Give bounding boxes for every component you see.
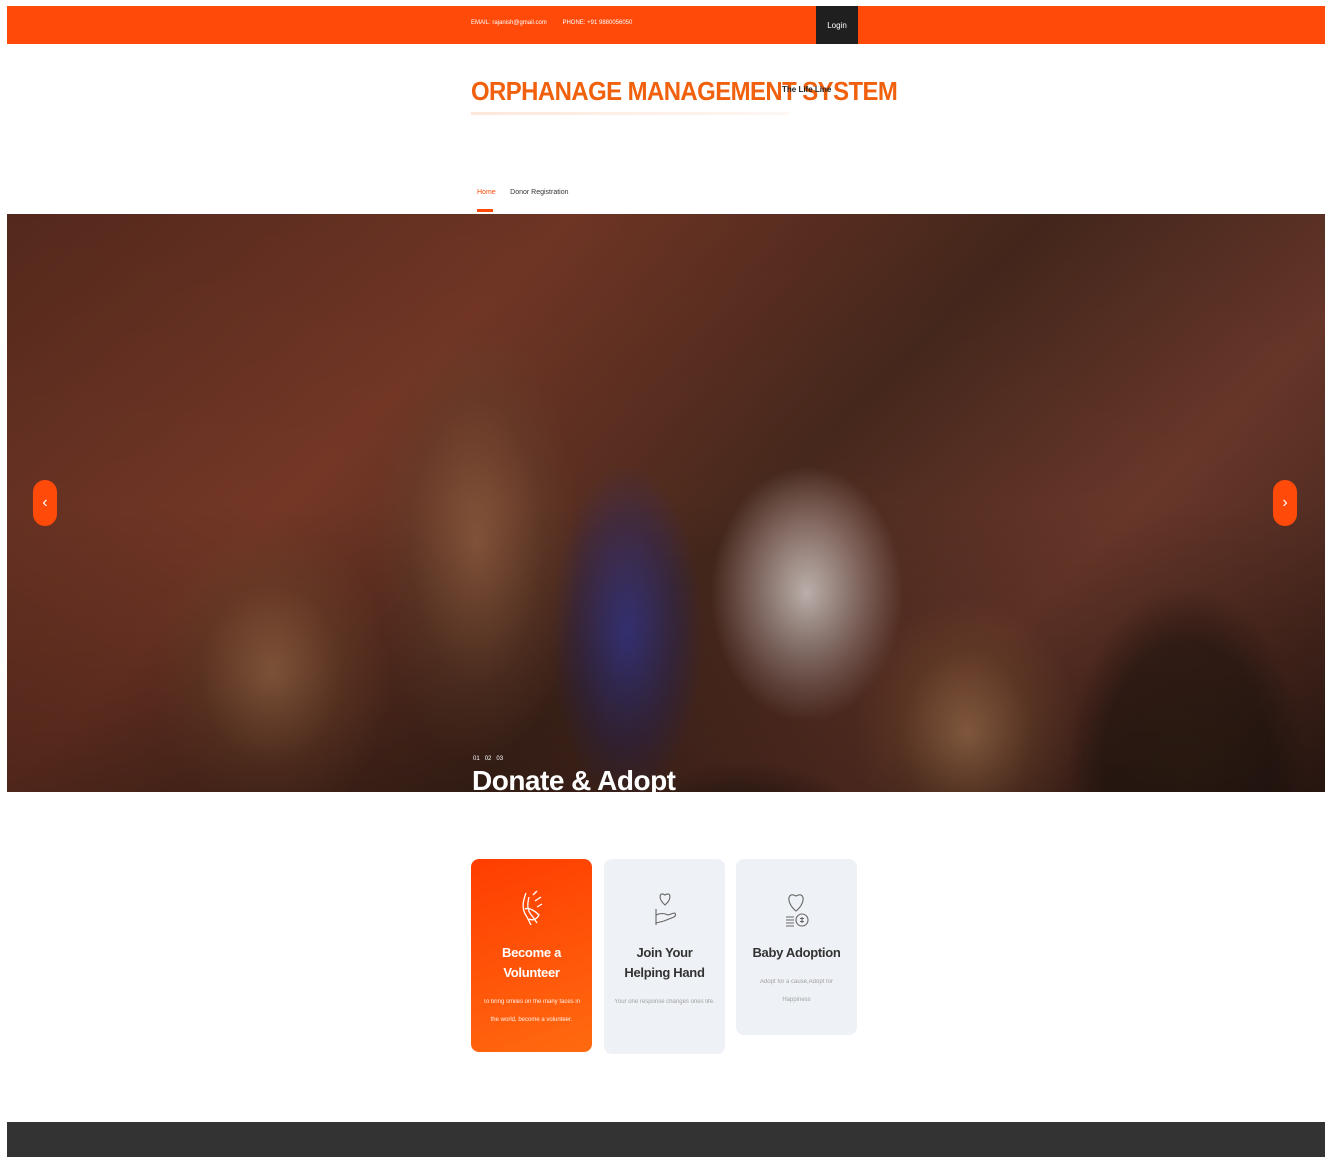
brand-underline: [471, 112, 789, 115]
carousel-next-button[interactable]: ›: [1273, 480, 1297, 526]
chevron-left-icon: ‹: [42, 494, 48, 511]
heart-hand-icon: [654, 893, 676, 925]
contact-info: EMAIL: rajanish@gmail.com PHONE: +91 988…: [471, 20, 646, 26]
card-title: Join Your Helping Hand: [624, 945, 705, 980]
card-title: Become a Volunteer: [501, 945, 562, 980]
main-nav: Home Donor Registration: [477, 181, 579, 199]
card-description: Your one response changes ones life.: [614, 999, 715, 1005]
nav-item-donor-registration[interactable]: Donor Registration: [510, 189, 568, 196]
site-title[interactable]: ORPHANAGE MANAGEMENT SYSTEM: [471, 76, 898, 107]
top-bar: EMAIL: rajanish@gmail.com PHONE: +91 988…: [7, 6, 1325, 44]
contact-phone: PHONE: +91 9880056050: [562, 20, 633, 26]
hero-carousel: ‹ › 01 02 03 Donate & Adopt: [7, 214, 1325, 792]
card-baby-adoption[interactable]: Baby Adoption Adopt for a cause,Adopt fo…: [736, 859, 857, 1035]
carousel-indicator[interactable]: 03: [496, 756, 503, 762]
hero-image: [7, 214, 1325, 792]
footer: [7, 1122, 1325, 1157]
card-description: To bring smiles on the many faces in the…: [482, 999, 581, 1023]
contact-email: EMAIL: rajanish@gmail.com: [471, 20, 547, 26]
site-tagline: The Life Line: [782, 85, 832, 94]
chevron-right-icon: ›: [1282, 494, 1288, 511]
card-join-helping-hand[interactable]: Join Your Helping Hand Your one response…: [604, 859, 725, 1054]
hero-caption: Donate & Adopt: [472, 765, 676, 792]
nav-item-home[interactable]: Home: [477, 189, 496, 196]
card-description: Adopt for a cause,Adopt for Happiness: [759, 979, 834, 1003]
brand[interactable]: ORPHANAGE MANAGEMENT SYSTEM The Life Lin…: [471, 76, 934, 115]
carousel-indicators: 01 02 03: [473, 756, 503, 762]
login-button[interactable]: Login: [816, 6, 858, 44]
hands-icon: [521, 890, 542, 926]
card-become-volunteer[interactable]: Become a Volunteer To bring smiles on th…: [471, 859, 592, 1052]
card-title: Baby Adoption: [752, 945, 841, 960]
carousel-indicator[interactable]: 01: [473, 756, 480, 762]
carousel-indicator[interactable]: 02: [485, 756, 492, 762]
carousel-prev-button[interactable]: ‹: [33, 480, 57, 526]
heart-coin-icon: [785, 894, 809, 927]
nav-active-indicator: [477, 209, 493, 212]
